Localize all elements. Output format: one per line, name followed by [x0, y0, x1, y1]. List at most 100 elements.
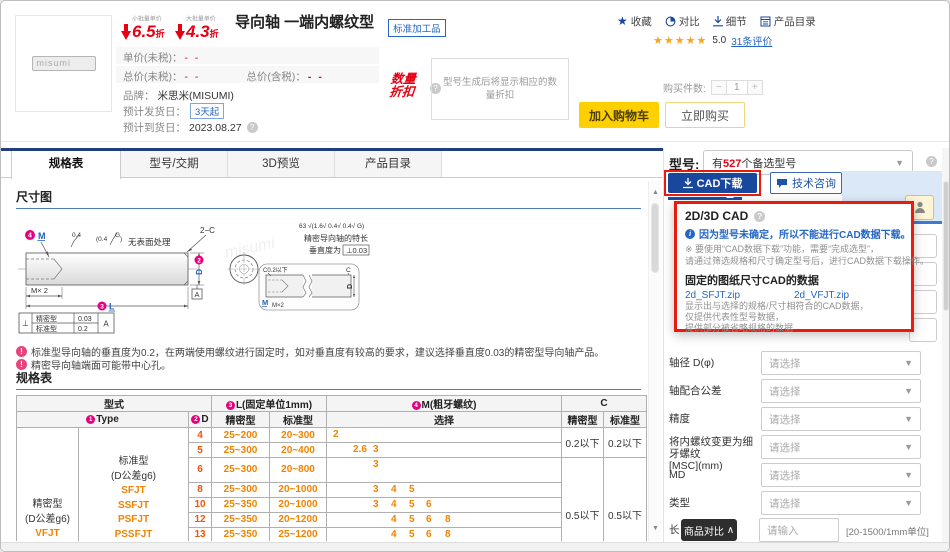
- m-thread-cell: 345: [327, 482, 562, 497]
- thumbnail-shaft-image: misumi: [32, 56, 96, 71]
- quantity-discount-stamp: 数量折扣: [389, 73, 417, 99]
- discount-arrow-icon: [175, 24, 185, 42]
- spec-table-body: 精密型(D公差g6)VFJTVSFJT标准型(D公差g6)SFJTSSFJTPS…: [17, 428, 647, 542]
- col-d-header: 2D: [189, 412, 212, 428]
- feature-tolerance: ⊥0.03: [346, 246, 367, 255]
- qty-plus-button[interactable]: +: [747, 80, 763, 95]
- popup-bottom-note: 显示出与选择的规格/尺寸相符合的CAD数据，: [685, 301, 903, 312]
- chat-icon: [776, 178, 788, 189]
- tab-0[interactable]: 规格表: [11, 151, 121, 179]
- form-select-1[interactable]: 请选择▼: [761, 379, 921, 403]
- popup-bottom-note: 仅提供代表性型号数据，: [685, 312, 903, 323]
- bottom-strip: [1, 542, 950, 552]
- d-cell: 12: [189, 512, 212, 527]
- help-icon[interactable]: ?: [754, 211, 765, 222]
- cad-zip-link[interactable]: 2d_SFJT.zip: [685, 290, 794, 301]
- chevron-down-icon: ▼: [904, 386, 913, 396]
- tech-support-button[interactable]: 技术咨询: [770, 172, 842, 194]
- buy-now-button[interactable]: 立即购买: [665, 102, 745, 128]
- mark-4: 4: [28, 233, 32, 240]
- qty-value[interactable]: 1: [727, 80, 747, 95]
- action-favorite[interactable]: ★收藏: [617, 14, 652, 29]
- discount-badge-small-lot: 小批量单价 6.5折: [121, 13, 167, 42]
- info-icon: i: [685, 229, 695, 239]
- form-select-2[interactable]: 请选择▼: [761, 407, 921, 431]
- dimension-drawing: misumi misumi 4 M 0.4 (0.4 G ) 无表面处理 2−C: [16, 213, 646, 341]
- feature-line1: 精密导向轴的特长: [304, 233, 368, 243]
- window-scrollbar[interactable]: [942, 148, 950, 542]
- page-title: 导向轴 一端内螺纹型: [235, 13, 374, 33]
- scrollbar-thumb[interactable]: [943, 181, 949, 311]
- c-standard-cell: 0.5以下: [604, 458, 647, 542]
- action-catalog[interactable]: 产品目录: [760, 14, 816, 29]
- total-price-row: 总价(未税)：- - 总价(含税)：- -: [123, 69, 324, 84]
- unit-price-row: 单价(未税)：- -: [123, 50, 200, 65]
- length-input[interactable]: 请输入: [759, 518, 839, 542]
- m-thread-cell: 4568: [327, 512, 562, 527]
- mark-3: 3: [100, 303, 104, 310]
- table-row: 精密型(D公差g6)VFJTVSFJT标准型(D公差g6)SFJTSSFJTPS…: [17, 428, 647, 443]
- tab-1[interactable]: 型号/交期: [121, 151, 228, 177]
- action-detail[interactable]: 细节: [713, 14, 747, 29]
- cad-zip-link[interactable]: 2d_VFJT.zip: [794, 290, 903, 301]
- quantity-row: 购买件数: − 1 +: [663, 80, 763, 95]
- standard-product-badge: 标准加工品: [388, 19, 446, 37]
- total-tax-value: - -: [308, 71, 324, 83]
- action-compare[interactable]: 对比: [665, 14, 700, 29]
- rating-row: ★★★★★ 5.0 31条评价: [653, 33, 772, 48]
- help-icon[interactable]: ?: [247, 122, 258, 133]
- l-standard-cell: 20~1200: [270, 512, 327, 527]
- tab-3[interactable]: 产品目录: [335, 151, 442, 177]
- tab-2[interactable]: 3D预览: [228, 151, 335, 177]
- scrollbar-thumb[interactable]: [651, 203, 659, 273]
- scroll-up-arrow[interactable]: ▲: [652, 189, 659, 196]
- l-standard-cell: 20~1000: [270, 482, 327, 497]
- model-count: 527: [723, 158, 741, 170]
- form-select-0[interactable]: 请选择▼: [761, 351, 921, 375]
- chevron-up-icon: ∧: [727, 525, 734, 536]
- rating-score: 5.0: [712, 35, 726, 46]
- m-label: M: [38, 231, 46, 241]
- divider: [1, 141, 950, 142]
- length-input-hint: [20-1500/1mm单位]: [846, 524, 929, 538]
- brand-name: 米思米(MISUMI): [158, 88, 234, 103]
- add-to-cart-button[interactable]: 加入购物车: [579, 102, 659, 128]
- l-precision-cell: 25~350: [212, 512, 270, 527]
- mark-2: 2: [197, 257, 201, 264]
- m-thread-cell: 2.63: [327, 443, 562, 458]
- svg-text:0.2: 0.2: [78, 326, 88, 333]
- feature-line2: 垂直度为: [309, 245, 341, 255]
- datum-label: A: [194, 290, 199, 299]
- form-label-0: 轴径 D(φ): [669, 357, 761, 369]
- product-compare-button[interactable]: 商品对比∧: [681, 519, 737, 541]
- section-rule: [16, 208, 641, 209]
- detail-mx2-label: M×2: [272, 303, 285, 309]
- form-label-1: 轴配合公差: [669, 385, 761, 397]
- type-names-cell: 标准型(D公差g6)SFJTSSFJTPSFJTPSSFJTRSFJT(D≤30…: [79, 428, 189, 542]
- svg-text:精密型: 精密型: [36, 314, 57, 323]
- form-select-4[interactable]: 请选择▼: [761, 463, 921, 487]
- scroll-down-arrow[interactable]: ▼: [652, 525, 659, 532]
- m-thread-cell: 3: [327, 458, 562, 483]
- popup-bottom-note: 提供部分被省略规格的数据: [685, 323, 903, 334]
- svg-text:0.03: 0.03: [78, 316, 92, 323]
- d-cell: 10: [189, 497, 212, 512]
- d-cell: 6: [189, 458, 212, 483]
- left-panel-scrollbar[interactable]: ▲ ▼: [648, 181, 661, 541]
- form-select-5[interactable]: 请选择▼: [761, 491, 921, 515]
- qty-minus-button[interactable]: −: [711, 80, 727, 95]
- reviews-link[interactable]: 31条评价: [731, 33, 772, 48]
- type-group-cell: 精密型(D公差g6)VFJTVSFJT: [17, 428, 79, 542]
- l-standard-cell: 20~1000: [270, 497, 327, 512]
- length-label: 长: [669, 524, 680, 536]
- discount-arrow-icon: [121, 24, 131, 42]
- help-icon[interactable]: ?: [926, 156, 937, 167]
- col-l-header: 3L(固定单位1mm): [212, 396, 327, 412]
- form-label-2: 精度: [669, 413, 761, 425]
- dimension-section-title: 尺寸图: [16, 188, 52, 205]
- spec-table-wrap: 型式3L(固定单位1mm)4M(粗牙螺纹)C1Type2D精密型标准型选择精密型…: [16, 395, 647, 541]
- product-thumbnail[interactable]: misumi: [15, 15, 112, 112]
- unit-price-value: - -: [185, 52, 201, 64]
- form-select-3[interactable]: 请选择▼: [761, 435, 921, 459]
- chamfer-label: 2−C: [200, 226, 215, 235]
